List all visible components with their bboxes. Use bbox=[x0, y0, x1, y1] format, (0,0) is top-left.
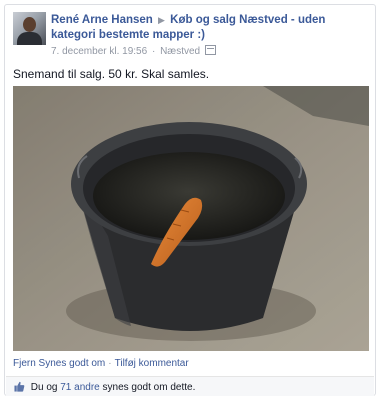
right-arrow-icon: ▶ bbox=[158, 15, 165, 25]
thumbs-up-icon bbox=[14, 381, 25, 392]
likes-suffix: synes godt om dette. bbox=[102, 382, 196, 393]
privacy-icon[interactable] bbox=[204, 45, 216, 55]
likes-count-link[interactable]: 71 andre bbox=[60, 382, 99, 393]
post-location[interactable]: Næstved bbox=[160, 46, 200, 57]
likes-bar: Du og 71 andre synes godt om dette. bbox=[6, 376, 374, 396]
author-avatar[interactable] bbox=[13, 12, 46, 45]
action-separator: · bbox=[108, 358, 112, 369]
post-photo[interactable] bbox=[13, 86, 369, 351]
add-comment-link[interactable]: Tilføj kommentar bbox=[115, 358, 189, 369]
likes-prefix: Du og bbox=[30, 382, 58, 393]
facebook-post: René Arne Hansen ▶ Køb og salg Næstved -… bbox=[4, 4, 376, 396]
meta-separator: · bbox=[151, 46, 156, 57]
post-header: René Arne Hansen ▶ Køb og salg Næstved -… bbox=[51, 13, 371, 43]
post-timestamp[interactable]: 7. december kl. 19:56 bbox=[51, 46, 147, 57]
post-actions: Fjern Synes godt om · Tilføj kommentar bbox=[13, 358, 189, 369]
unlike-link[interactable]: Fjern Synes godt om bbox=[13, 358, 105, 369]
post-text: Snemand til salg. 50 kr. Skal samles. bbox=[13, 67, 210, 81]
post-meta: 7. december kl. 19:56 · Næstved bbox=[51, 45, 216, 57]
author-name-link[interactable]: René Arne Hansen bbox=[51, 14, 153, 26]
